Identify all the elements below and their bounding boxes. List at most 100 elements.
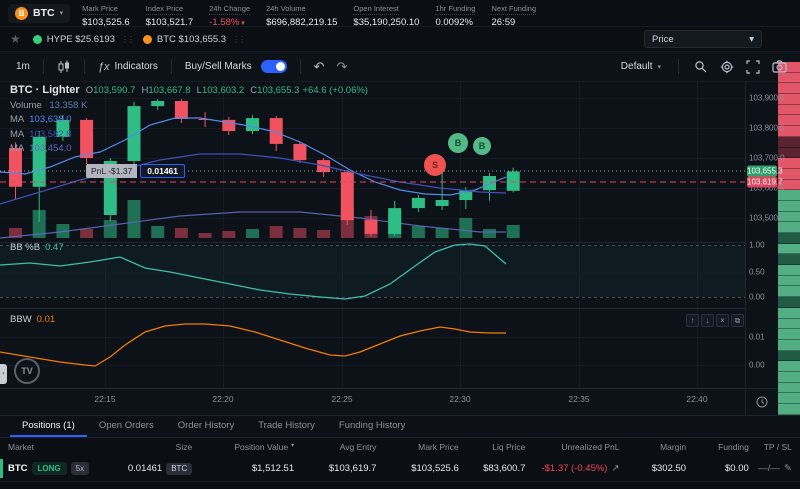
time-label: 22:35 (568, 394, 589, 404)
bid-depth-row (778, 329, 800, 340)
buysell-marks-toggle[interactable] (261, 60, 287, 73)
pane-maximize-icon[interactable]: ⧉ (731, 314, 744, 327)
indicators-button[interactable]: ƒx Indicators (92, 58, 164, 76)
stat-index-price: Index Price$103,521.7 (146, 0, 194, 28)
axis-label: 103,900.0 (749, 94, 785, 103)
chart-settings-button[interactable] (716, 57, 738, 77)
chart-panel: SBB 1m ƒx Indicators Buy/Sell Marks (0, 52, 800, 415)
size-unit-chip: BTC (166, 463, 192, 475)
pane-close-icon[interactable]: × (716, 314, 729, 327)
tab-trade-history[interactable]: Trade History (246, 416, 327, 437)
side-badge: LONG (32, 462, 67, 475)
col-position-value[interactable]: Position Value▾ (192, 442, 294, 452)
gear-icon (720, 60, 734, 74)
stat-next-funding: Next Funding26:59 (491, 0, 536, 28)
watchlist-items: HYPE $25.6193 ⋮⋮ BTC $103,655.3 ⋮⋮ (33, 34, 254, 45)
candlestick-icon (57, 60, 71, 74)
favorites-star-icon[interactable]: ★ (10, 32, 21, 46)
price-select-label: Price (652, 34, 674, 45)
bid-depth-row (778, 222, 800, 233)
share-pnl-icon[interactable]: ↗ (611, 463, 619, 474)
chevron-down-icon: ▾ (60, 9, 64, 17)
watchlist-item-hype[interactable]: HYPE $25.6193 (33, 34, 115, 45)
watchlist-bar: ★ HYPE $25.6193 ⋮⋮ BTC $103,655.3 ⋮⋮ Price … (0, 27, 800, 52)
mark-price-cell: $103,525.6 (376, 463, 458, 474)
col-liq-price: Liq Price (459, 442, 526, 452)
symbol-selector[interactable]: B BTC ▾ (8, 4, 70, 23)
axis-label: 0.00 (749, 361, 765, 370)
chart-toolbar: 1m ƒx Indicators Buy/Sell Marks (0, 52, 800, 82)
time-axis[interactable]: 22:1522:2022:2522:3022:3522:40 (0, 388, 745, 415)
ask-depth-row (778, 137, 800, 148)
price-display-select[interactable]: Price ▾ (644, 30, 762, 48)
bid-depth-row (778, 233, 800, 244)
axis-label: 103,500.0 (749, 214, 785, 223)
hype-token-icon (33, 35, 42, 44)
price-badge: 103,655.3 (747, 166, 777, 177)
positions-table-header: MarketSizePosition Value▾Avg EntryMark P… (0, 438, 800, 456)
bid-depth-row (778, 372, 800, 383)
tab-order-history[interactable]: Order History (166, 416, 246, 437)
redo-button[interactable]: ↷ (330, 59, 353, 75)
bid-depth-row (778, 393, 800, 404)
pane-move-up-icon[interactable]: ↑ (686, 314, 699, 327)
position-value-cell: $1,512.51 (192, 463, 294, 474)
candle-style-button[interactable] (51, 57, 77, 77)
time-label: 22:25 (331, 394, 352, 404)
fullscreen-button[interactable] (742, 57, 764, 77)
chart-canvas[interactable]: SBB (0, 52, 745, 415)
layout-select[interactable]: Default ▾ (615, 58, 667, 75)
pane-controls: ↑↓×⧉ (686, 314, 744, 327)
long-accent-bar (0, 459, 3, 478)
axis-label: 0.50 (749, 268, 765, 277)
col-unrealized-pnl: Unrealized PnL (525, 442, 619, 452)
axis-label: 0.00 (749, 293, 765, 302)
bid-depth-row (778, 319, 800, 330)
bid-depth-row (778, 351, 800, 362)
timezone-button[interactable] (745, 388, 778, 415)
pane-move-down-icon[interactable]: ↓ (701, 314, 714, 327)
price-badge: 103,619.7 (747, 177, 777, 188)
axis-label: 103,700.0 (749, 154, 785, 163)
tab-open-orders[interactable]: Open Orders (87, 416, 166, 437)
watchlist-item-btc[interactable]: BTC $103,655.3 (143, 34, 226, 45)
drawing-toolbar-toggle[interactable]: ‹ (0, 364, 7, 384)
position-pnl-label: PnL -$1.37 (86, 164, 137, 178)
magnifier-icon (694, 60, 708, 74)
undo-button[interactable]: ↶ (308, 59, 331, 75)
bid-depth-row (778, 361, 800, 372)
axis-label: 103,800.0 (749, 124, 785, 133)
position-row[interactable]: BTC LONG 5x 0.01461 BTC $1,512.51 $103,6… (0, 456, 800, 482)
edit-tpsl-icon[interactable]: ✎ (784, 463, 792, 474)
symbol-label: BTC (33, 7, 55, 19)
bid-depth-row (778, 383, 800, 394)
col-mark-price: Mark Price (376, 442, 458, 452)
fullscreen-icon (746, 60, 760, 74)
snapshot-button[interactable] (768, 57, 790, 77)
drag-handle-icon[interactable]: ⋮⋮ (232, 35, 244, 44)
tab-positions-1-[interactable]: Positions (1) (10, 416, 87, 437)
col-market: Market (8, 442, 114, 452)
bid-depth-row (778, 254, 800, 265)
interval-button[interactable]: 1m (10, 58, 36, 75)
tradingview-logo[interactable]: TV (14, 358, 40, 384)
bottom-tabs: Positions (1)Open OrdersOrder HistoryTra… (0, 416, 800, 438)
time-label: 22:30 (449, 394, 470, 404)
price-axis[interactable]: 103,900.0103,800.0103,700.0103,600.0103,… (745, 82, 778, 388)
ask-depth-row (778, 83, 800, 94)
bid-depth-row (778, 201, 800, 212)
bid-depth-row (778, 244, 800, 255)
unrealized-pnl-cell: -$1.37 (-0.45%) ↗ (525, 463, 619, 474)
tab-funding-history[interactable]: Funding History (327, 416, 418, 437)
position-qty-button[interactable]: 0.01461 (140, 164, 185, 178)
zoom-search-button[interactable] (690, 57, 712, 77)
drag-handle-icon[interactable]: ⋮⋮ (121, 35, 133, 44)
svg-text:B: B (479, 141, 486, 151)
chevron-down-icon: ▾ (749, 34, 754, 45)
trading-app: B BTC ▾ Mark Price $103,525.6 Index Price$… (0, 0, 800, 489)
stat-open-interest: Open Interest$35,190,250.10 (353, 0, 419, 28)
market-cell: BTC LONG 5x (8, 462, 114, 475)
col-size: Size (114, 442, 192, 452)
bid-depth-row (778, 276, 800, 287)
bid-depth-row (778, 404, 800, 415)
